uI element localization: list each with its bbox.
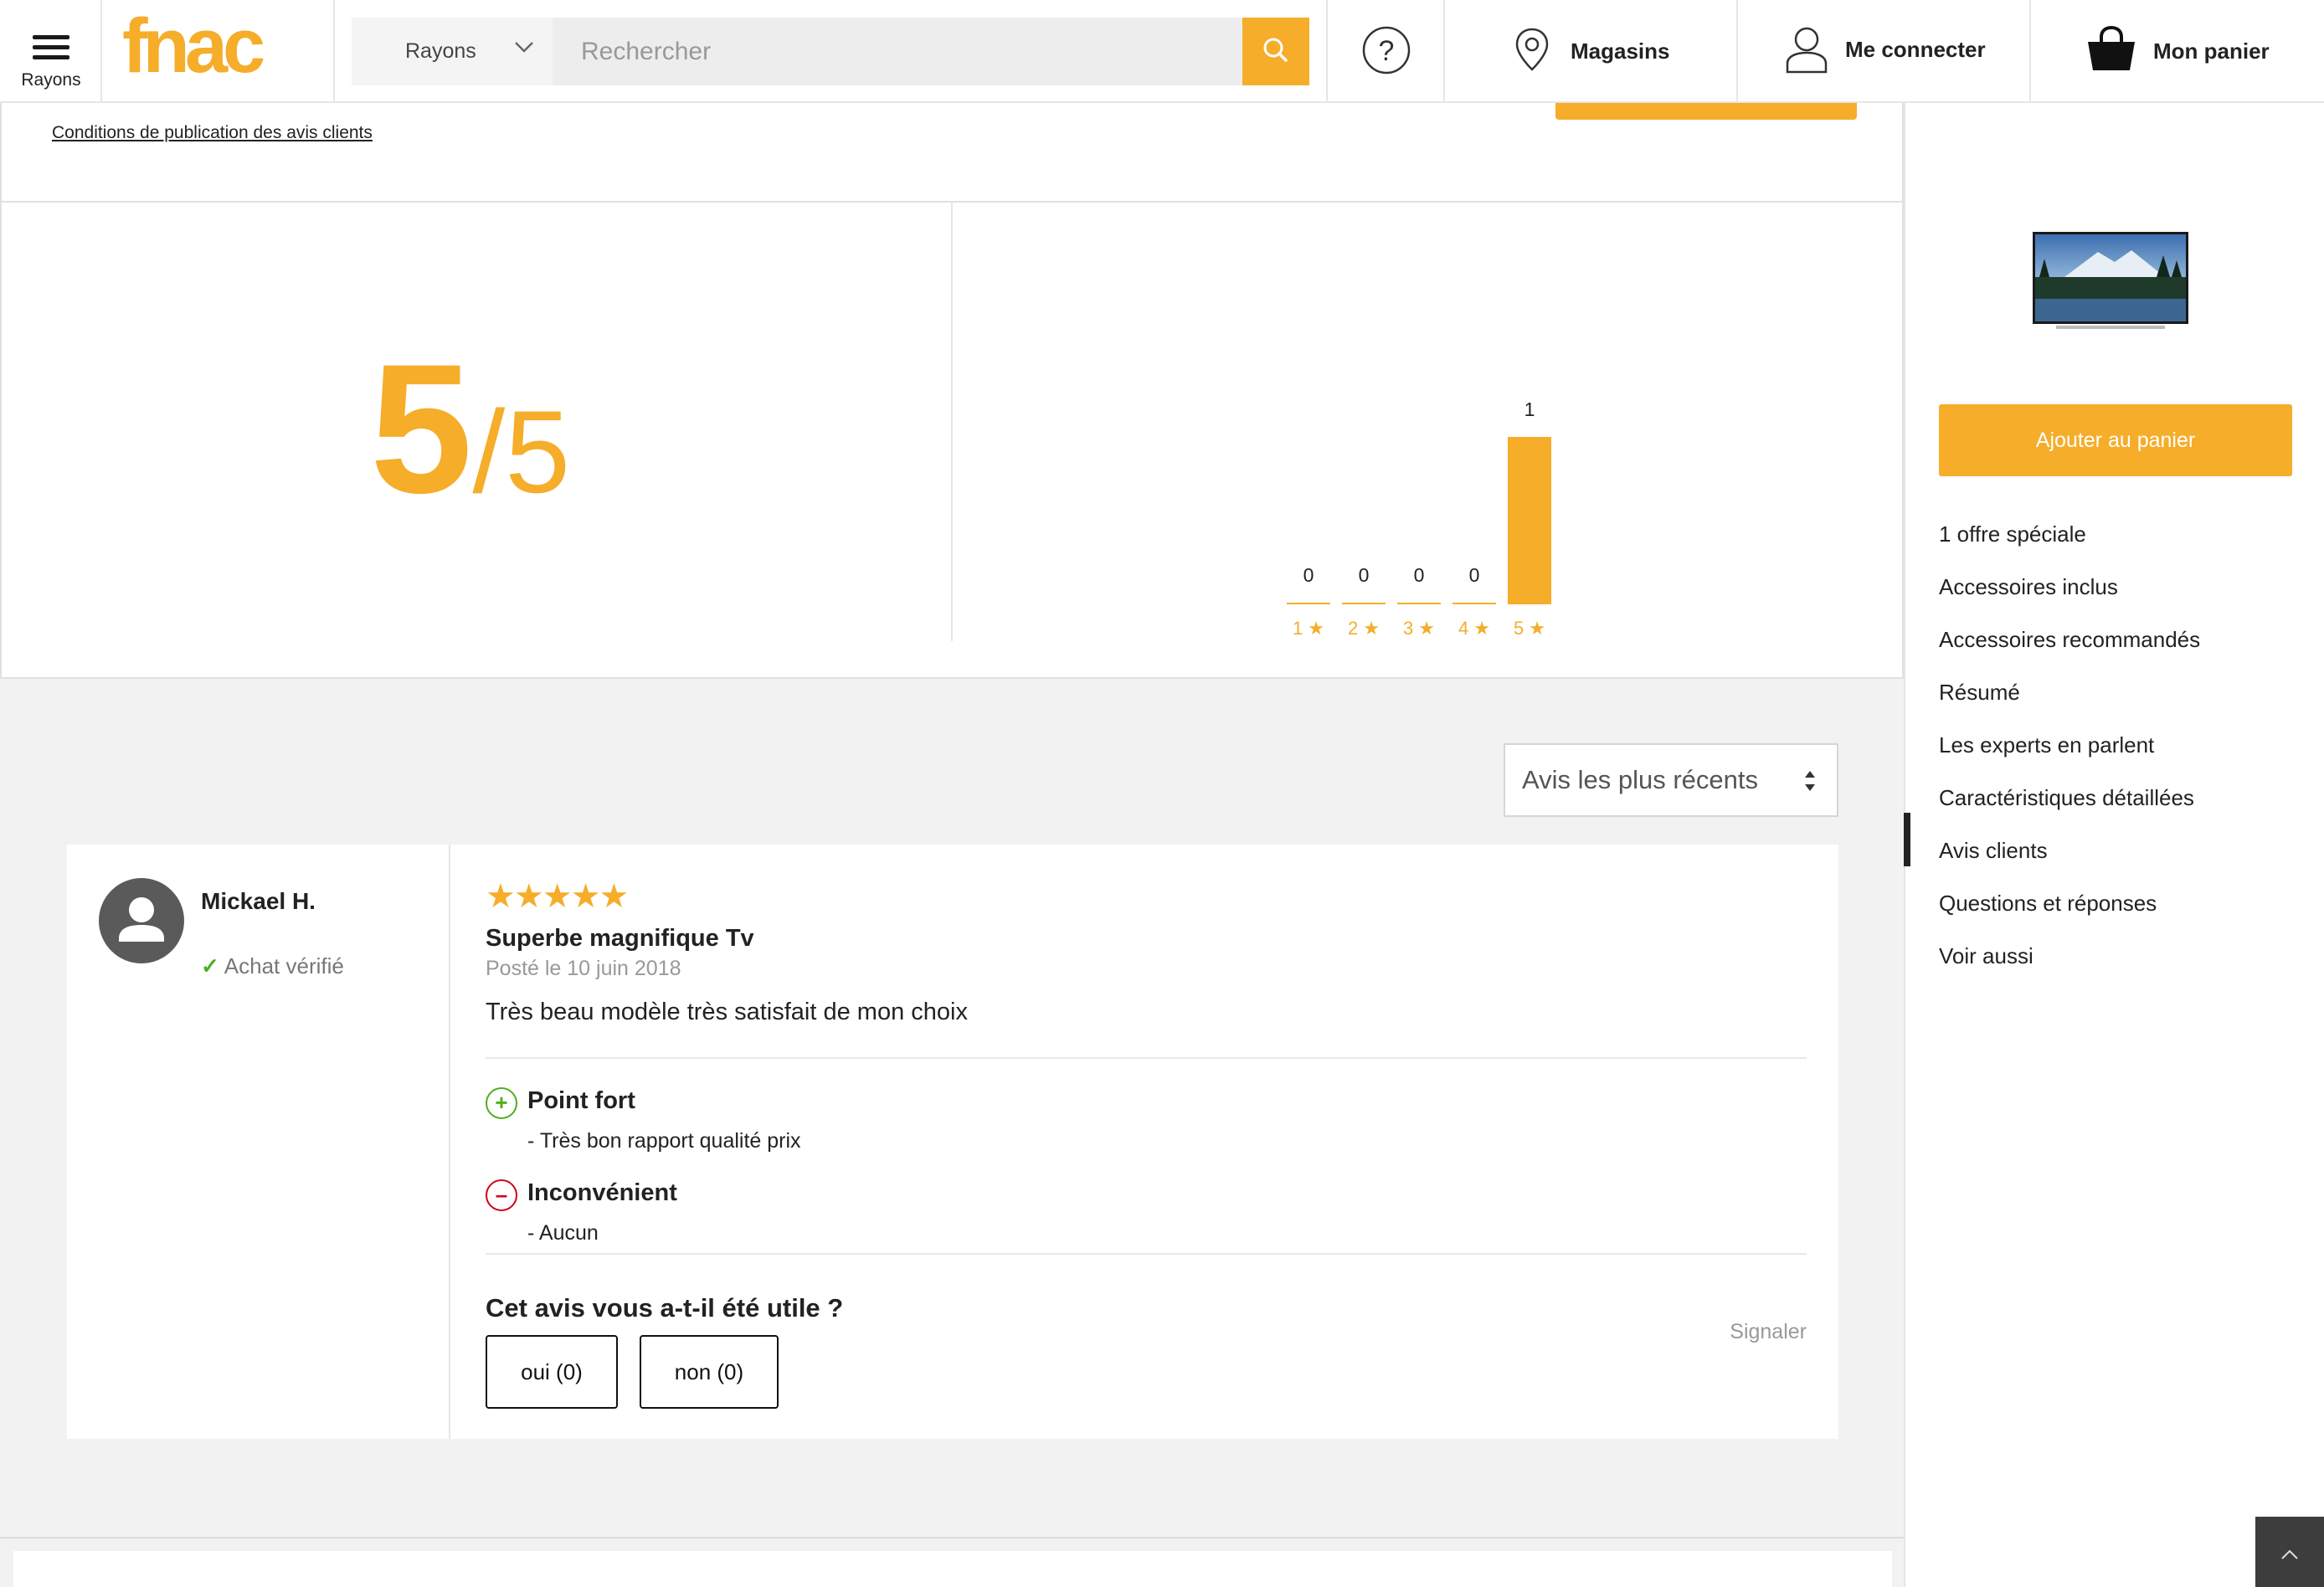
histogram-star-label: 5 ★ xyxy=(1513,618,1546,639)
shopping-bag-icon xyxy=(2088,25,2135,70)
reviewer-name: Mickael H. xyxy=(201,888,316,914)
verified-label: Achat vérifié xyxy=(224,953,344,978)
tv-image xyxy=(2033,232,2188,329)
chevron-down-icon xyxy=(515,42,533,53)
product-thumbnail[interactable] xyxy=(2031,227,2190,336)
nav-see-also[interactable]: Voir aussi xyxy=(1939,943,2034,969)
cart-link[interactable]: Mon panier xyxy=(2031,0,2324,103)
histogram-baseline xyxy=(1287,603,1330,604)
con-title: Inconvénient xyxy=(527,1179,677,1206)
rayons-menu-label: Rayons xyxy=(21,70,81,90)
site-header: Rayons fnac Rayons ? xyxy=(0,0,2324,103)
stores-label: Magasins xyxy=(1571,39,1670,64)
nav-included-accessories[interactable]: Accessoires inclus xyxy=(1939,574,2118,600)
pro-title: Point fort xyxy=(527,1087,635,1114)
avatar xyxy=(99,878,184,963)
histogram-count: 0 xyxy=(1468,564,1480,586)
histogram-count: 0 xyxy=(1303,564,1314,586)
review-conditions-link[interactable]: Conditions de publication des avis clien… xyxy=(52,123,373,143)
sort-selected-value: Avis les plus récents xyxy=(1522,765,1758,794)
con-text: - Aucun xyxy=(527,1221,599,1245)
rating-summary: 5/5 0 1 ★ 0 2 ★ 0 3 ★ 0 4 ★ 1 5 ★ xyxy=(0,201,1904,679)
question-mark-icon: ? xyxy=(1362,26,1411,74)
product-sidebar: Ajouter au panier 1 offre spéciale Acces… xyxy=(1904,103,2324,1587)
histogram-star-label: 4 ★ xyxy=(1458,618,1491,639)
divider xyxy=(486,1057,1807,1059)
review-text: Très beau modèle très satisfait de mon c… xyxy=(486,999,968,1025)
rating-divider xyxy=(951,203,953,641)
rayons-menu-button[interactable]: Rayons xyxy=(0,0,102,103)
average-score: 5/5 xyxy=(370,336,570,521)
helpful-no-button[interactable]: non (0) xyxy=(640,1335,779,1409)
nav-specifications[interactable]: Caractéristiques détaillées xyxy=(1939,785,2194,811)
reviews-section: Conditions de publication des avis clien… xyxy=(0,103,1904,1587)
nav-questions-answers[interactable]: Questions et réponses xyxy=(1939,891,2157,917)
sort-select[interactable]: Avis les plus récents xyxy=(1504,743,1838,817)
user-icon xyxy=(1786,27,1828,74)
fnac-logo[interactable]: fnac xyxy=(122,3,315,89)
review-content: ★★★★★ Superbe magnifique Tv Posté le 10 … xyxy=(486,845,1807,1439)
write-review-button[interactable] xyxy=(1555,103,1857,120)
scroll-to-top-button[interactable] xyxy=(2255,1517,2324,1587)
review-title: Superbe magnifique Tv xyxy=(486,925,754,952)
pro-text: - Très bon rapport qualité prix xyxy=(527,1129,801,1153)
section-divider xyxy=(0,1537,1904,1538)
nav-summary[interactable]: Résumé xyxy=(1939,680,2020,706)
score-max: /5 xyxy=(472,386,571,517)
report-review-link[interactable]: Signaler xyxy=(1730,1320,1807,1344)
cart-label: Mon panier xyxy=(2153,39,2270,64)
hamburger-icon xyxy=(33,35,69,60)
histogram-baseline xyxy=(1342,603,1386,604)
search-category-value: Rayons xyxy=(405,39,476,63)
verified-purchase-badge: ✓ Achat vérifié xyxy=(201,953,344,979)
search-button[interactable] xyxy=(1242,18,1309,85)
active-nav-indicator xyxy=(1904,813,1910,866)
histogram-star-label: 1 ★ xyxy=(1292,618,1325,639)
login-link[interactable]: Me connecter xyxy=(1738,0,2029,103)
nav-customer-reviews[interactable]: Avis clients xyxy=(1939,838,2048,864)
reviewer-info: Mickael H. ✓ Achat vérifié xyxy=(67,845,450,1439)
login-label: Me connecter xyxy=(1845,37,1986,62)
plus-circle-icon: + xyxy=(486,1087,517,1119)
review-card: Mickael H. ✓ Achat vérifié ★★★★★ Superbe … xyxy=(67,845,1838,1439)
histogram-count: 1 xyxy=(1524,398,1535,420)
search-bar: Rayons xyxy=(352,18,1309,85)
location-pin-icon xyxy=(1515,28,1549,71)
header-divider xyxy=(333,0,335,103)
add-to-cart-button[interactable]: Ajouter au panier xyxy=(1939,404,2292,476)
minus-circle-icon: – xyxy=(486,1179,517,1211)
reviews-header: Conditions de publication des avis clien… xyxy=(0,103,1904,201)
histogram-count: 0 xyxy=(1413,564,1425,586)
nav-special-offer[interactable]: 1 offre spéciale xyxy=(1939,521,2086,547)
nav-experts[interactable]: Les experts en parlent xyxy=(1939,732,2154,758)
histogram-star-label: 2 ★ xyxy=(1347,618,1381,639)
search-input[interactable] xyxy=(553,18,1242,85)
search-icon xyxy=(1263,38,1288,62)
nav-recommended-accessories[interactable]: Accessoires recommandés xyxy=(1939,627,2200,653)
user-avatar-icon xyxy=(119,897,164,942)
histogram-star-label: 3 ★ xyxy=(1402,618,1436,639)
review-date: Posté le 10 juin 2018 xyxy=(486,957,681,980)
score-value: 5 xyxy=(370,326,473,532)
helpful-question: Cet avis vous a-t-il été utile ? xyxy=(486,1293,844,1322)
help-button[interactable]: ? xyxy=(1328,0,1445,103)
stores-link[interactable]: Magasins xyxy=(1445,0,1736,103)
histogram-bar xyxy=(1508,437,1551,603)
helpful-yes-button[interactable]: oui (0) xyxy=(486,1335,618,1409)
next-section-card xyxy=(13,1551,1892,1587)
search-category-select[interactable]: Rayons xyxy=(352,18,553,85)
svg-text:?: ? xyxy=(1379,35,1395,67)
star-rating: ★★★★★ xyxy=(486,878,629,915)
histogram-baseline xyxy=(1397,603,1441,604)
checkmark-icon: ✓ xyxy=(201,953,219,978)
divider xyxy=(486,1253,1807,1255)
histogram-count: 0 xyxy=(1358,564,1370,586)
svg-text:fnac: fnac xyxy=(122,12,264,87)
histogram-baseline xyxy=(1452,603,1496,604)
sort-arrows-icon xyxy=(1805,771,1815,791)
histogram-baseline xyxy=(1508,603,1551,604)
chevron-up-icon xyxy=(2281,1549,2298,1559)
